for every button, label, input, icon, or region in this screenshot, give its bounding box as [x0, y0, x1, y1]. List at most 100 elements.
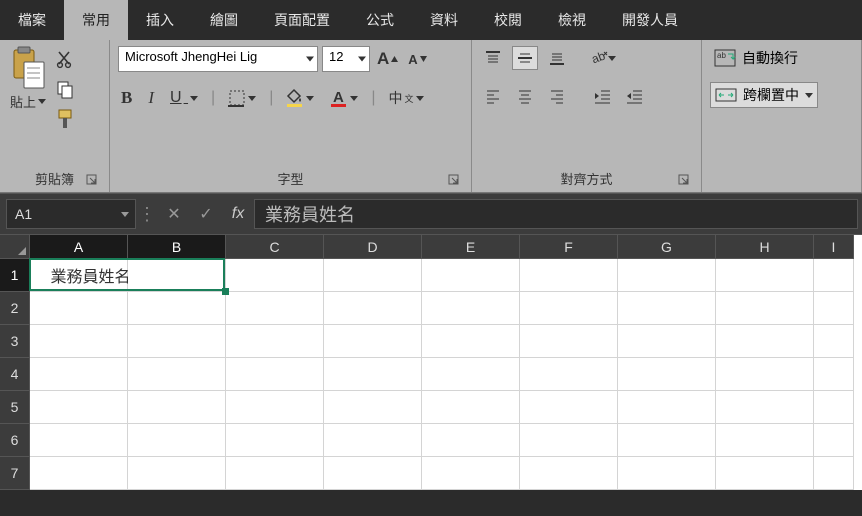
cell-B3[interactable]: [128, 325, 226, 358]
align-right-button[interactable]: [544, 84, 570, 108]
cell-E5[interactable]: [422, 391, 520, 424]
cell-I4[interactable]: [814, 358, 854, 391]
select-all-corner[interactable]: [0, 235, 30, 259]
phonetic-button[interactable]: 中文: [386, 86, 427, 110]
row-header-3[interactable]: 3: [0, 325, 30, 358]
align-middle-button[interactable]: [512, 46, 538, 70]
cell-B7[interactable]: [128, 457, 226, 490]
merge-center-button[interactable]: 跨欄置中: [710, 82, 818, 108]
align-left-button[interactable]: [480, 84, 506, 108]
tab-繪圖[interactable]: 繪圖: [192, 0, 256, 40]
cell-F7[interactable]: [520, 457, 618, 490]
format-painter-button[interactable]: [54, 108, 76, 130]
cell-G4[interactable]: [618, 358, 716, 391]
cell-H7[interactable]: [716, 457, 814, 490]
increase-indent-button[interactable]: [622, 84, 648, 108]
cell-D5[interactable]: [324, 391, 422, 424]
cell-F3[interactable]: [520, 325, 618, 358]
col-header-D[interactable]: D: [324, 235, 422, 259]
cell-C5[interactable]: [226, 391, 324, 424]
col-header-E[interactable]: E: [422, 235, 520, 259]
wrap-text-button[interactable]: ab 自動換行: [710, 46, 802, 70]
enter-formula-button[interactable]: ✓: [190, 199, 222, 229]
border-button[interactable]: [225, 87, 259, 109]
col-header-B[interactable]: B: [128, 235, 226, 259]
shrink-font-button[interactable]: A: [405, 50, 429, 69]
decrease-indent-button[interactable]: [590, 84, 616, 108]
paste-button[interactable]: 貼上: [8, 46, 48, 111]
cell-D3[interactable]: [324, 325, 422, 358]
align-center-button[interactable]: [512, 84, 538, 108]
col-header-A[interactable]: A: [30, 235, 128, 259]
align-bottom-button[interactable]: [544, 46, 570, 70]
tab-開發人員[interactable]: 開發人員: [604, 0, 696, 40]
cell-E1[interactable]: [422, 259, 520, 292]
cell-E7[interactable]: [422, 457, 520, 490]
font-name-dropdown[interactable]: Microsoft JhengHei Lig: [118, 46, 318, 72]
cell-B2[interactable]: [128, 292, 226, 325]
cell-A7[interactable]: [30, 457, 128, 490]
col-header-H[interactable]: H: [716, 235, 814, 259]
col-header-I[interactable]: I: [814, 235, 854, 259]
tab-檔案[interactable]: 檔案: [0, 0, 64, 40]
cell-E3[interactable]: [422, 325, 520, 358]
clipboard-launcher[interactable]: [85, 173, 99, 187]
cell-A3[interactable]: [30, 325, 128, 358]
cell-D7[interactable]: [324, 457, 422, 490]
cell-F6[interactable]: [520, 424, 618, 457]
col-header-C[interactable]: C: [226, 235, 324, 259]
cell-F1[interactable]: [520, 259, 618, 292]
cell-I7[interactable]: [814, 457, 854, 490]
cell-C4[interactable]: [226, 358, 324, 391]
font-color-button[interactable]: A: [327, 86, 361, 110]
bold-button[interactable]: B: [118, 86, 135, 110]
cell-F5[interactable]: [520, 391, 618, 424]
tab-資料[interactable]: 資料: [412, 0, 476, 40]
orientation-button[interactable]: ab: [590, 46, 616, 70]
cell-C7[interactable]: [226, 457, 324, 490]
cell-H6[interactable]: [716, 424, 814, 457]
fx-button[interactable]: fx: [222, 199, 254, 229]
cell-H4[interactable]: [716, 358, 814, 391]
cell-H3[interactable]: [716, 325, 814, 358]
row-header-6[interactable]: 6: [0, 424, 30, 457]
cell-E6[interactable]: [422, 424, 520, 457]
cell-C6[interactable]: [226, 424, 324, 457]
cell-C3[interactable]: [226, 325, 324, 358]
row-header-7[interactable]: 7: [0, 457, 30, 490]
row-header-2[interactable]: 2: [0, 292, 30, 325]
cell-I2[interactable]: [814, 292, 854, 325]
cell-H1[interactable]: [716, 259, 814, 292]
underline-button[interactable]: U: [167, 87, 201, 109]
cell-H2[interactable]: [716, 292, 814, 325]
cell-B6[interactable]: [128, 424, 226, 457]
cell-B5[interactable]: [128, 391, 226, 424]
cancel-formula-button[interactable]: ✕: [158, 199, 190, 229]
cell-D4[interactable]: [324, 358, 422, 391]
cell-I1[interactable]: [814, 259, 854, 292]
selection-handle[interactable]: [222, 288, 229, 295]
cell-C2[interactable]: [226, 292, 324, 325]
cell-A2[interactable]: [30, 292, 128, 325]
tab-插入[interactable]: 插入: [128, 0, 192, 40]
formula-input[interactable]: 業務員姓名: [254, 199, 858, 229]
row-header-1[interactable]: 1: [0, 259, 30, 292]
cell-G3[interactable]: [618, 325, 716, 358]
tab-頁面配置[interactable]: 頁面配置: [256, 0, 348, 40]
name-box[interactable]: A1: [6, 199, 136, 229]
italic-button[interactable]: I: [145, 86, 157, 110]
cell-F4[interactable]: [520, 358, 618, 391]
font-launcher[interactable]: [447, 173, 461, 187]
cell-A4[interactable]: [30, 358, 128, 391]
col-header-G[interactable]: G: [618, 235, 716, 259]
alignment-launcher[interactable]: [677, 173, 691, 187]
cell-I5[interactable]: [814, 391, 854, 424]
row-header-5[interactable]: 5: [0, 391, 30, 424]
cell-I3[interactable]: [814, 325, 854, 358]
copy-button[interactable]: [54, 78, 76, 100]
tab-公式[interactable]: 公式: [348, 0, 412, 40]
col-header-F[interactable]: F: [520, 235, 618, 259]
cell-D6[interactable]: [324, 424, 422, 457]
tab-檢視[interactable]: 檢視: [540, 0, 604, 40]
cell-A1[interactable]: 業務員姓名: [30, 259, 128, 292]
